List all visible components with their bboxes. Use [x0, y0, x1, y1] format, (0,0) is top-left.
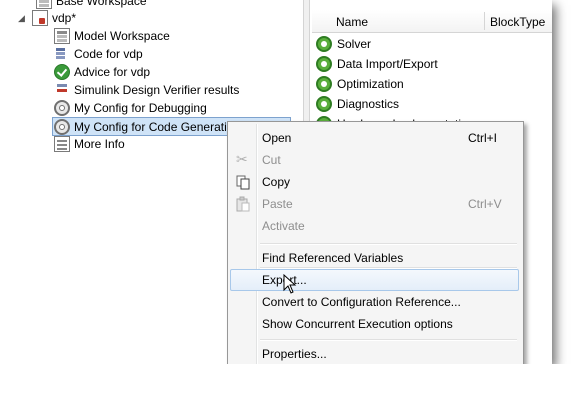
tree-item-label: More Info [74, 137, 125, 151]
tree-item-sldv-results[interactable]: Simulink Design Verifier results [54, 81, 239, 99]
tree-item-label: Simulink Design Verifier results [74, 83, 240, 97]
menu-item-label: Show Concurrent Execution options [262, 317, 453, 331]
context-menu: Open Ctrl+I ✂ Cut Copy Paste Ctrl+V Acti… [227, 121, 524, 364]
list-item-data-import-export[interactable]: Data Import/Export [316, 55, 438, 73]
config-component-icon [316, 96, 332, 112]
collapse-arrow-icon[interactable]: ◢ [18, 13, 28, 23]
menu-item-activate[interactable]: Activate [230, 215, 519, 237]
code-icon [54, 46, 70, 62]
menu-item-shortcut: Ctrl+I [468, 131, 498, 145]
model-explorer-window: Base Workspace ◢ vdp* Model Workspace Co… [0, 0, 552, 364]
tree-item-label: Advice for vdp [74, 65, 151, 79]
model-icon [32, 10, 48, 26]
tree-item-vdp-model[interactable]: ◢ vdp* [18, 9, 76, 27]
menu-item-copy[interactable]: Copy [230, 171, 519, 193]
scissors-icon: ✂ [236, 151, 248, 167]
menu-item-label: Find Referenced Variables [262, 251, 404, 265]
menu-item-label: Copy [262, 175, 291, 189]
column-header-name[interactable]: Name [336, 15, 368, 29]
workspace-icon [54, 28, 70, 44]
config-gear-icon [54, 118, 70, 135]
verifier-results-icon [54, 82, 70, 98]
workspace-icon [36, 0, 52, 9]
menu-item-label: Paste [262, 197, 293, 211]
tree-item-code-for-vdp[interactable]: Code for vdp [54, 45, 143, 63]
menu-item-open[interactable]: Open Ctrl+I [230, 127, 519, 149]
list-item-label: Data Import/Export [337, 57, 438, 71]
menu-item-convert-to-config-reference[interactable]: Convert to Configuration Reference... [230, 291, 519, 313]
menu-separator [260, 339, 517, 341]
tree-item-label: Model Workspace [74, 29, 170, 43]
tree-item-label: Base Workspace [56, 0, 147, 8]
torn-edge-bottom [0, 364, 585, 396]
info-page-icon [54, 136, 70, 152]
menu-item-find-referenced-variables[interactable]: Find Referenced Variables [230, 247, 519, 269]
config-component-icon [316, 76, 332, 92]
column-divider[interactable] [484, 12, 485, 30]
list-item-solver[interactable]: Solver [316, 35, 371, 53]
menu-item-paste[interactable]: Paste Ctrl+V [230, 193, 519, 215]
config-component-icon [316, 36, 332, 52]
tree-item-label: Code for vdp [74, 47, 143, 61]
menu-item-properties[interactable]: Properties... [230, 343, 519, 364]
menu-item-label: Open [262, 131, 292, 145]
tree-item-more-info[interactable]: More Info [54, 135, 125, 153]
paste-icon [235, 196, 251, 212]
menu-item-label: Properties... [262, 347, 327, 361]
menu-item-label: Convert to Configuration Reference... [262, 295, 461, 309]
column-header-blocktype[interactable]: BlockType [490, 15, 545, 29]
list-item-label: Diagnostics [337, 97, 400, 111]
tree-item-label: vdp* [52, 11, 77, 25]
list-item-diagnostics[interactable]: Diagnostics [316, 95, 399, 113]
tree-item-advice-for-vdp[interactable]: Advice for vdp [54, 63, 150, 81]
tree-item-model-workspace[interactable]: Model Workspace [54, 27, 170, 45]
menu-item-cut[interactable]: ✂ Cut [230, 149, 519, 171]
config-component-icon [316, 56, 332, 72]
copy-icon [235, 174, 251, 190]
list-item-optimization[interactable]: Optimization [316, 75, 404, 93]
list-item-label: Solver [337, 37, 372, 51]
check-icon [54, 64, 70, 80]
contents-table-header: Name BlockType [312, 10, 552, 33]
tree-item-config-debugging[interactable]: My Config for Debugging [54, 99, 207, 117]
list-item-label: Optimization [337, 77, 404, 91]
menu-item-label: Activate [262, 219, 305, 233]
menu-item-label: Cut [262, 153, 281, 167]
config-gear-icon [54, 100, 70, 116]
tree-item-label: My Config for Debugging [74, 101, 207, 115]
menu-item-show-concurrent-execution[interactable]: Show Concurrent Execution options [230, 313, 519, 335]
menu-separator [260, 243, 517, 245]
menu-item-export[interactable]: Export... [230, 269, 519, 291]
menu-item-shortcut: Ctrl+V [468, 197, 502, 211]
